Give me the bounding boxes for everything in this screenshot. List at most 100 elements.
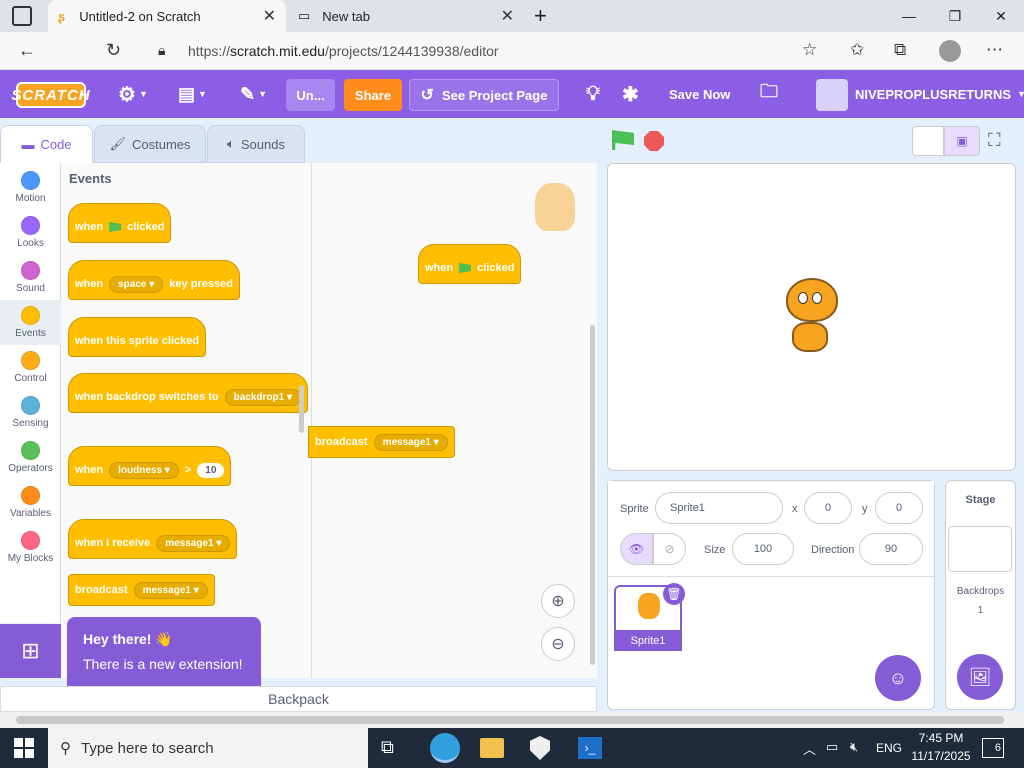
large-stage-button[interactable]: ▣ (944, 126, 980, 156)
sprite-name-input[interactable]: Sprite1 (655, 492, 783, 524)
tab-code[interactable]: ▬ Code (0, 125, 93, 163)
share-button[interactable]: Share (344, 79, 402, 111)
category-events[interactable]: Events (0, 300, 61, 345)
collections-icon[interactable]: ⧉ (894, 40, 906, 60)
edit-menu[interactable]: ✎ ▼ (240, 70, 267, 118)
category-sound[interactable]: Sound (0, 255, 61, 300)
account-menu[interactable]: NIVEPROPLUSRETURNS ▼ (855, 70, 1024, 118)
delete-sprite-icon[interactable]: 🗑︎ (663, 583, 685, 605)
browser-tab-scratch[interactable]: ʂ Untitled-2 on Scratch ✕ (48, 0, 286, 32)
x-input[interactable]: 0 (804, 492, 852, 524)
show-sprite-eye-icon[interactable]: 👁︎ (620, 533, 653, 565)
my-stuff-folder-icon[interactable]: 🗀 (760, 70, 778, 118)
workspace-when-flag-clicked-block[interactable]: when clicked (418, 244, 522, 284)
back-icon[interactable]: ← (18, 40, 36, 61)
language-indicator[interactable]: ENG (876, 741, 902, 755)
powershell-icon[interactable]: ›_ (578, 737, 602, 759)
see-project-page-button[interactable]: ↺ See Project Page (409, 79, 559, 111)
sprite-thumbnail-image (638, 593, 660, 619)
edge-browser-icon[interactable] (430, 733, 460, 763)
minimize-icon[interactable]: — (886, 0, 932, 32)
category-sensing[interactable]: Sensing (0, 390, 61, 435)
palette-scrollbar[interactable] (299, 385, 304, 433)
when-key-pressed-block[interactable]: when space ▾ key pressed (68, 260, 240, 300)
number-input[interactable]: 10 (197, 462, 225, 478)
when-backdrop-switches-block[interactable]: when backdrop switches to backdrop1 ▾ (68, 373, 309, 413)
close-tab-icon[interactable]: ✕ (263, 6, 276, 26)
backpack-bar[interactable]: Backpack (0, 686, 597, 712)
network-icon[interactable]: ▭ (826, 739, 838, 755)
scratch-logo[interactable]: SCRATCH (11, 82, 90, 108)
debug-icon[interactable]: ✱ (622, 70, 639, 118)
tab-costumes[interactable]: 🖌︎ Costumes (94, 125, 206, 163)
more-menu-icon[interactable]: ⋯ (986, 40, 1003, 60)
dropdown-value: message1 (142, 584, 191, 596)
project-title-input[interactable]: Un... (286, 79, 335, 111)
category-control[interactable]: Control (0, 345, 61, 390)
refresh-arrow-icon: ↺ (420, 87, 434, 104)
category-variables[interactable]: Variables (0, 480, 61, 525)
small-stage-button[interactable] (912, 126, 944, 156)
zoom-in-icon[interactable]: ⊕ (541, 584, 575, 618)
size-input[interactable]: 100 (732, 533, 794, 565)
tab-sounds[interactable]: 🔈︎ Sounds (207, 125, 305, 163)
choose-sprite-button[interactable]: ☺ (875, 655, 921, 701)
clock-date[interactable]: 11/17/2025 (906, 749, 976, 763)
block-text: clicked (127, 221, 165, 233)
browser-tab-new[interactable]: ▭ New tab ✕ (288, 0, 524, 32)
category-operators[interactable]: Operators (0, 435, 61, 480)
hide-sprite-icon[interactable]: ⊘ (653, 533, 686, 565)
fullscreen-icon[interactable]: ⛶ (988, 130, 1001, 151)
favorites-icon[interactable]: ✩ (850, 40, 864, 60)
workspace-broadcast-block[interactable]: broadcast message1 ▾ (308, 426, 455, 458)
when-i-receive-block[interactable]: when I receive message1 ▾ (68, 519, 238, 559)
category-looks[interactable]: Looks (0, 210, 61, 255)
windows-start-icon[interactable] (14, 738, 34, 758)
backdrop-thumbnail[interactable] (948, 526, 1012, 572)
close-window-icon[interactable]: ✕ (978, 0, 1024, 32)
stop-icon[interactable] (644, 131, 664, 151)
taskbar-search-box[interactable]: ⚲ Type here to search (48, 728, 368, 768)
save-now-button[interactable]: Save Now (669, 70, 730, 118)
broadcast-block[interactable]: broadcast message1 ▾ (68, 574, 215, 606)
workspace-scrollbar[interactable] (590, 325, 595, 665)
scratch-cat-sprite[interactable] (778, 278, 844, 358)
loudness-dropdown[interactable]: loudness ▾ (109, 461, 179, 479)
tray-overflow-icon[interactable]: ︿ (803, 739, 816, 758)
add-favorite-icon[interactable]: ☆ (802, 40, 817, 60)
file-explorer-icon[interactable] (480, 738, 504, 758)
direction-input[interactable]: 90 (859, 533, 923, 565)
category-my-blocks[interactable]: My Blocks (0, 525, 61, 570)
profile-avatar[interactable] (939, 40, 961, 62)
volume-muted-icon[interactable]: 🔇︎ (850, 739, 858, 755)
new-tab-icon[interactable]: + (534, 3, 547, 29)
when-flag-clicked-block[interactable]: when clicked (68, 203, 172, 243)
when-loudness-block[interactable]: when loudness ▾ >10 (68, 446, 232, 486)
url-field[interactable]: https://scratch.mit.edu/projects/1244139… (188, 37, 868, 65)
category-motion[interactable]: Motion (0, 165, 61, 210)
tab-actions-icon[interactable] (12, 6, 32, 26)
settings-menu[interactable]: ⚙ ▼ (118, 70, 148, 118)
message-dropdown[interactable]: message1 ▾ (156, 534, 231, 552)
restore-icon[interactable]: ❐ (932, 0, 978, 32)
lock-icon[interactable]: 🔒︎ (158, 42, 165, 59)
file-menu[interactable]: ▤ ▼ (178, 70, 207, 118)
message-dropdown[interactable]: message1 ▾ (373, 433, 448, 451)
message-dropdown[interactable]: message1 ▾ (133, 581, 208, 599)
lightbulb-icon[interactable]: 💡︎ (586, 70, 600, 118)
add-extension-button[interactable]: ⊞ (0, 624, 61, 678)
zoom-out-icon[interactable]: ⊖ (541, 627, 575, 661)
page-horizontal-scrollbar[interactable] (0, 712, 1024, 728)
refresh-icon[interactable]: ↻ (106, 40, 121, 61)
notification-center-icon[interactable]: 6 (982, 738, 1004, 758)
username-label: NIVEPROPLUSRETURNS (855, 86, 1012, 102)
user-avatar[interactable] (816, 79, 848, 111)
backdrop-dropdown[interactable]: backdrop1 ▾ (224, 388, 302, 406)
when-sprite-clicked-block[interactable]: when this sprite clicked (68, 317, 207, 357)
key-dropdown[interactable]: space ▾ (109, 275, 164, 293)
choose-backdrop-button[interactable]: 🖼︎ (957, 654, 1003, 700)
close-tab-icon[interactable]: ✕ (501, 6, 514, 26)
y-input[interactable]: 0 (875, 492, 923, 524)
clock-time[interactable]: 7:45 PM (910, 731, 972, 745)
task-view-icon[interactable]: ⧉ (381, 737, 394, 758)
